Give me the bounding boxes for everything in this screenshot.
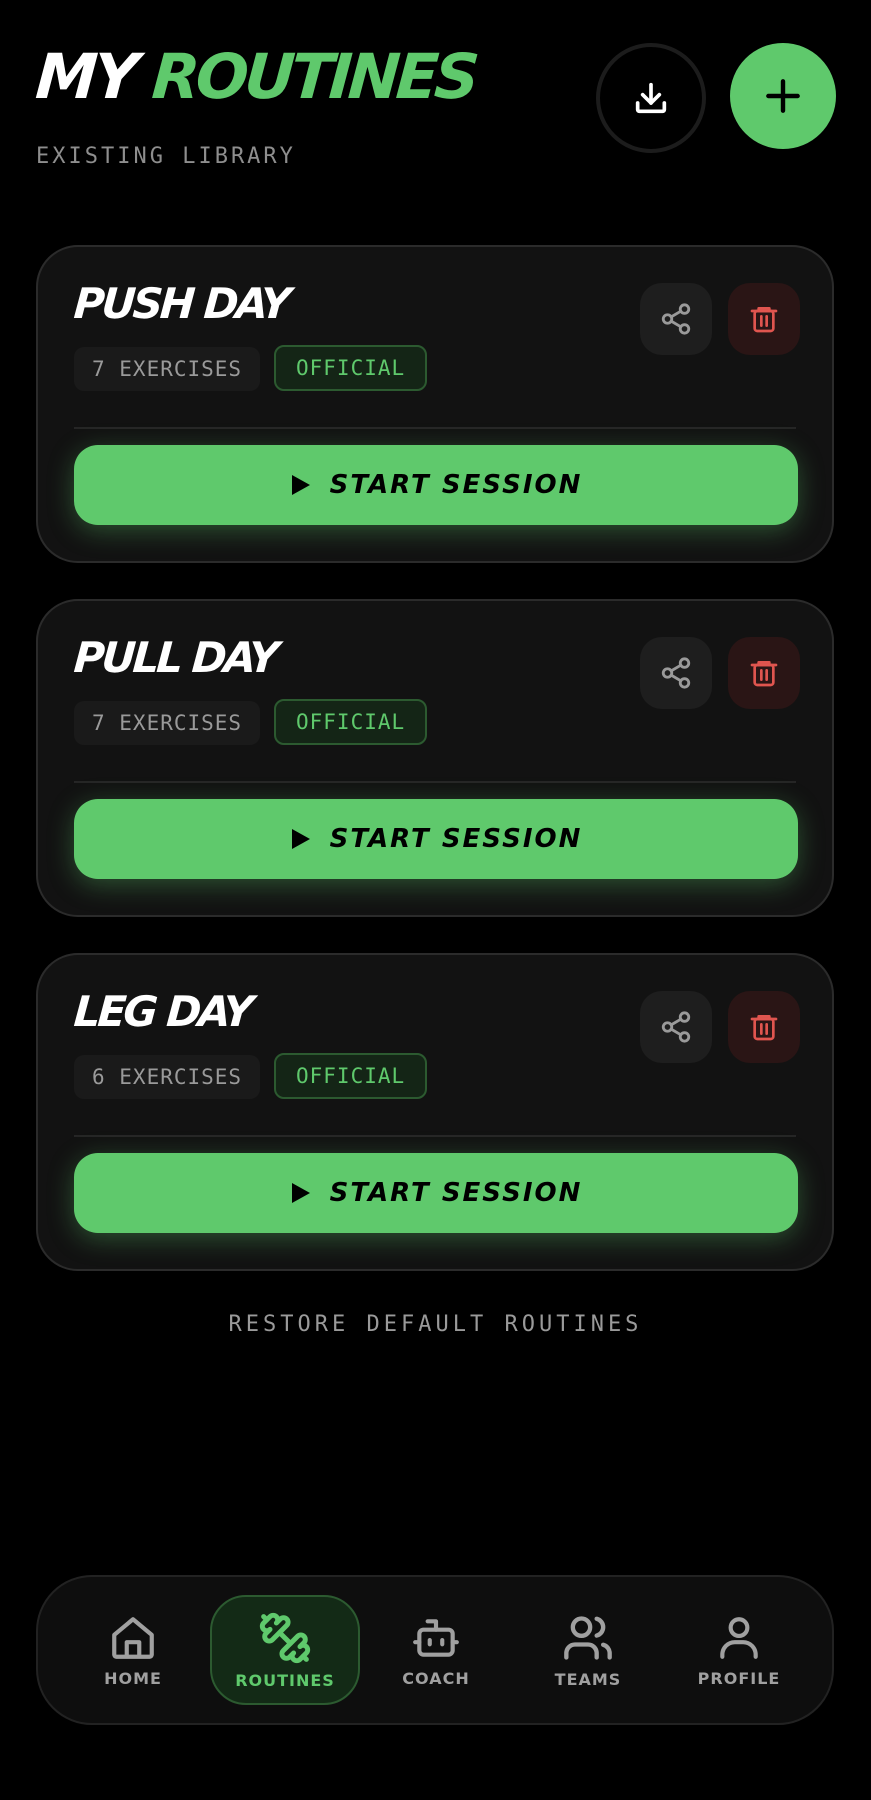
official-badge: OFFICIAL (274, 345, 428, 391)
nav-label-home: HOME (104, 1668, 162, 1688)
start-session-button[interactable]: START SESSION (74, 445, 798, 525)
share-icon (661, 657, 691, 689)
exercise-count-chip: 6 EXERCISES (74, 1055, 261, 1099)
start-session-button[interactable]: START SESSION (74, 799, 798, 879)
nav-item-home[interactable]: HOME (58, 1595, 208, 1705)
card-divider (74, 1135, 796, 1137)
title-prefix: MY (33, 40, 138, 113)
card-divider (74, 427, 796, 429)
play-icon (291, 475, 310, 495)
share-icon (661, 303, 691, 335)
share-button[interactable] (640, 637, 712, 709)
robot-icon (413, 1618, 459, 1657)
card-divider (74, 781, 796, 783)
home-icon (112, 1616, 154, 1659)
nav-item-routines[interactable]: ROUTINES (210, 1595, 360, 1705)
trash-icon (750, 661, 778, 687)
nav-label-routines: ROUTINES (235, 1670, 335, 1690)
routine-name: PULL DAY (72, 633, 278, 682)
plus-icon (766, 79, 800, 113)
bottom-nav: HOME ROUTINES COACH TEAMS PROFILE (36, 1575, 834, 1725)
trash-icon (750, 307, 778, 333)
official-badge: OFFICIAL (274, 1053, 428, 1099)
start-session-label: START SESSION (329, 824, 583, 854)
exercise-count-chip: 7 EXERCISES (74, 347, 261, 391)
official-badge: OFFICIAL (274, 699, 428, 745)
delete-button[interactable] (728, 283, 800, 355)
page-title: MY ROUTINES (33, 40, 477, 113)
dumbbell-icon (259, 1612, 311, 1663)
nav-item-teams[interactable]: TEAMS (513, 1595, 663, 1705)
user-icon (720, 1616, 758, 1659)
start-session-label: START SESSION (329, 1178, 583, 1208)
nav-label-coach: COACH (402, 1668, 470, 1688)
page-subtitle: EXISTING LIBRARY (36, 144, 296, 169)
start-session-button[interactable]: START SESSION (74, 1153, 798, 1233)
restore-defaults-link[interactable]: RESTORE DEFAULT ROUTINES (0, 1312, 871, 1337)
routine-name: LEG DAY (72, 987, 253, 1036)
users-icon (564, 1615, 612, 1660)
exercise-count-chip: 7 EXERCISES (74, 701, 261, 745)
routine-name: PUSH DAY (72, 279, 290, 328)
start-session-label: START SESSION (329, 470, 583, 500)
routine-card: PULL DAY 7 EXERCISES OFFICIAL START SESS… (36, 599, 834, 917)
nav-item-coach[interactable]: COACH (361, 1595, 511, 1705)
nav-label-teams: TEAMS (554, 1669, 622, 1689)
delete-button[interactable] (728, 637, 800, 709)
delete-button[interactable] (728, 991, 800, 1063)
import-routine-button[interactable] (596, 43, 706, 153)
play-icon (291, 829, 310, 849)
add-routine-button[interactable] (730, 43, 836, 149)
nav-label-profile: PROFILE (697, 1668, 781, 1688)
trash-icon (750, 1015, 778, 1041)
play-icon (291, 1183, 310, 1203)
share-button[interactable] (640, 991, 712, 1063)
routine-card: LEG DAY 6 EXERCISES OFFICIAL START SESSI… (36, 953, 834, 1271)
page-header: MY ROUTINES EXISTING LIBRARY (33, 40, 836, 180)
nav-item-profile[interactable]: PROFILE (664, 1595, 814, 1705)
title-highlight: ROUTINES (149, 40, 478, 113)
share-button[interactable] (640, 283, 712, 355)
routine-card: PUSH DAY 7 EXERCISES OFFICIAL START SESS… (36, 245, 834, 563)
share-icon (661, 1011, 691, 1043)
download-icon (635, 82, 667, 114)
